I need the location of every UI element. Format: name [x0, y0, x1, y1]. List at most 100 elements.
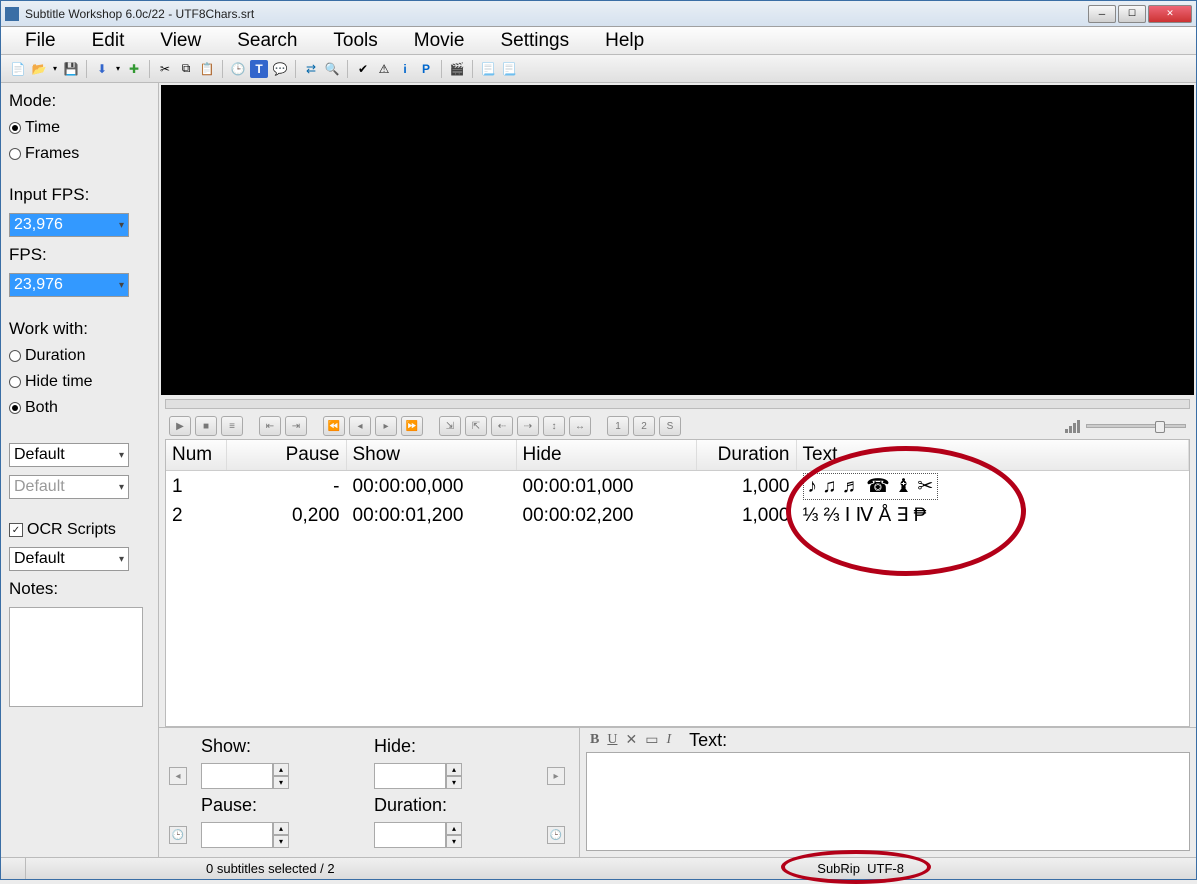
col-hide[interactable]: Hide [516, 440, 696, 471]
doc1-icon[interactable]: 📃 [479, 60, 497, 78]
notes-textarea[interactable] [9, 607, 143, 707]
video-preview[interactable] [161, 85, 1194, 395]
clock-icon[interactable]: 🕒 [169, 826, 187, 844]
ww-both-radio[interactable]: Both [9, 399, 150, 417]
pascal-icon[interactable]: P [417, 60, 435, 78]
open-icon[interactable]: 📂 [30, 60, 48, 78]
col-num[interactable]: Num [166, 440, 226, 471]
bold-button[interactable]: B [590, 732, 599, 748]
saveas-dropdown-icon[interactable]: ▾ [114, 60, 122, 78]
up-icon[interactable]: ▴ [273, 763, 289, 776]
menu-tools[interactable]: Tools [315, 28, 395, 54]
duration-input[interactable]: ▴▾ [374, 822, 537, 848]
stop-button[interactable]: ■ [195, 416, 217, 436]
forward-button[interactable]: ⏩ [401, 416, 423, 436]
menu-view[interactable]: View [142, 28, 219, 54]
one-button[interactable]: 1 [607, 416, 629, 436]
seek-bar[interactable] [165, 399, 1190, 409]
duration-field[interactable] [374, 822, 446, 848]
mode-time-radio[interactable]: Time [9, 119, 150, 137]
down-icon[interactable]: ▾ [273, 776, 289, 789]
menu-edit[interactable]: Edit [74, 28, 143, 54]
mark-in-button[interactable]: ⇲ [439, 416, 461, 436]
menu-movie[interactable]: Movie [396, 28, 483, 54]
prev-sub-button[interactable]: ⇤ [259, 416, 281, 436]
new-icon[interactable]: 📄 [9, 60, 27, 78]
combo-default-1[interactable]: Default▾ [9, 443, 129, 467]
combo-ocr[interactable]: Default▾ [9, 547, 129, 571]
paste-icon[interactable]: 📋 [198, 60, 216, 78]
col-duration[interactable]: Duration [696, 440, 796, 471]
hide-input[interactable]: ▴▾ [374, 763, 537, 789]
maximize-button[interactable]: ☐ [1118, 5, 1146, 23]
s-button[interactable]: S [659, 416, 681, 436]
col-text[interactable]: Text [796, 440, 1189, 471]
down-icon[interactable]: ▾ [446, 835, 462, 848]
cut-icon[interactable]: ✂ [156, 60, 174, 78]
grid-row[interactable]: 2 0,200 00:00:01,200 00:00:02,200 1,000 … [166, 502, 1189, 529]
addnote-icon[interactable]: ✚ [125, 60, 143, 78]
italic-button[interactable]: I [666, 732, 671, 748]
subtitle-grid[interactable]: Num Pause Show Hide Duration Text 1 - 00… [165, 439, 1190, 727]
box-button[interactable]: ▭ [645, 732, 658, 749]
extra1-button[interactable]: ↕ [543, 416, 565, 436]
search-icon[interactable]: 🔍 [323, 60, 341, 78]
sync-back-button[interactable]: ⇠ [491, 416, 513, 436]
slider-thumb[interactable] [1155, 421, 1165, 433]
underline-button[interactable]: U [607, 732, 617, 748]
extra2-button[interactable]: ↔ [569, 416, 591, 436]
video-icon[interactable]: 🎬 [448, 60, 466, 78]
show-input[interactable]: ▴▾ [201, 763, 364, 789]
show-field[interactable] [201, 763, 273, 789]
doc2-icon[interactable]: 📃 [500, 60, 518, 78]
copy-icon[interactable]: ⧉ [177, 60, 195, 78]
save-icon[interactable]: 💾 [62, 60, 80, 78]
open-dropdown-icon[interactable]: ▾ [51, 60, 59, 78]
col-show[interactable]: Show [346, 440, 516, 471]
minimize-button[interactable]: ─ [1088, 5, 1116, 23]
save-as-icon[interactable]: ⬇ [93, 60, 111, 78]
ww-hidetime-radio[interactable]: Hide time [9, 373, 150, 391]
step-fwd-button[interactable]: ▸ [375, 416, 397, 436]
spellcheck-icon[interactable]: ✔ [354, 60, 372, 78]
clock-icon[interactable]: 🕒 [547, 826, 565, 844]
down-icon[interactable]: ▾ [446, 776, 462, 789]
info-icon[interactable]: i [396, 60, 414, 78]
menu-file[interactable]: File [7, 28, 74, 54]
subtitle-text-input[interactable] [586, 752, 1190, 851]
down-icon[interactable]: ▾ [273, 835, 289, 848]
up-icon[interactable]: ▴ [446, 763, 462, 776]
ocr-scripts-check[interactable]: ✓OCR Scripts [9, 521, 150, 539]
up-icon[interactable]: ▴ [273, 822, 289, 835]
mode-frames-radio[interactable]: Frames [9, 145, 150, 163]
warning-icon[interactable]: ⚠ [375, 60, 393, 78]
hide-field[interactable] [374, 763, 446, 789]
sync-fwd-button[interactable]: ⇢ [517, 416, 539, 436]
two-button[interactable]: 2 [633, 416, 655, 436]
mark-out-button[interactable]: ⇱ [465, 416, 487, 436]
menu-help[interactable]: Help [587, 28, 662, 54]
prev-icon[interactable]: ◂ [169, 767, 187, 785]
rewind-button[interactable]: ⏪ [323, 416, 345, 436]
next-sub-button[interactable]: ⇥ [285, 416, 307, 436]
close-button[interactable]: ✕ [1148, 5, 1192, 23]
volume-slider[interactable] [1086, 424, 1186, 428]
next-icon[interactable]: ▸ [547, 767, 565, 785]
pause-field[interactable] [201, 822, 273, 848]
list-button[interactable]: ≡ [221, 416, 243, 436]
timer-icon[interactable]: 🕒 [229, 60, 247, 78]
combo-default-2[interactable]: Default▾ [9, 475, 129, 499]
col-pause[interactable]: Pause [226, 440, 346, 471]
fps-combo[interactable]: 23,976▾ [9, 273, 129, 297]
translate-icon[interactable]: ⇄ [302, 60, 320, 78]
ww-duration-radio[interactable]: Duration [9, 347, 150, 365]
clear-button[interactable]: ✕ [625, 732, 637, 749]
menu-settings[interactable]: Settings [482, 28, 587, 54]
pause-input[interactable]: ▴▾ [201, 822, 364, 848]
comment-icon[interactable]: 💬 [271, 60, 289, 78]
step-back-button[interactable]: ◂ [349, 416, 371, 436]
input-fps-combo[interactable]: 23,976▾ [9, 213, 129, 237]
up-icon[interactable]: ▴ [446, 822, 462, 835]
grid-row[interactable]: 1 - 00:00:00,000 00:00:01,000 1,000 ♪ ♫ … [166, 471, 1189, 503]
play-button[interactable]: ▶ [169, 416, 191, 436]
